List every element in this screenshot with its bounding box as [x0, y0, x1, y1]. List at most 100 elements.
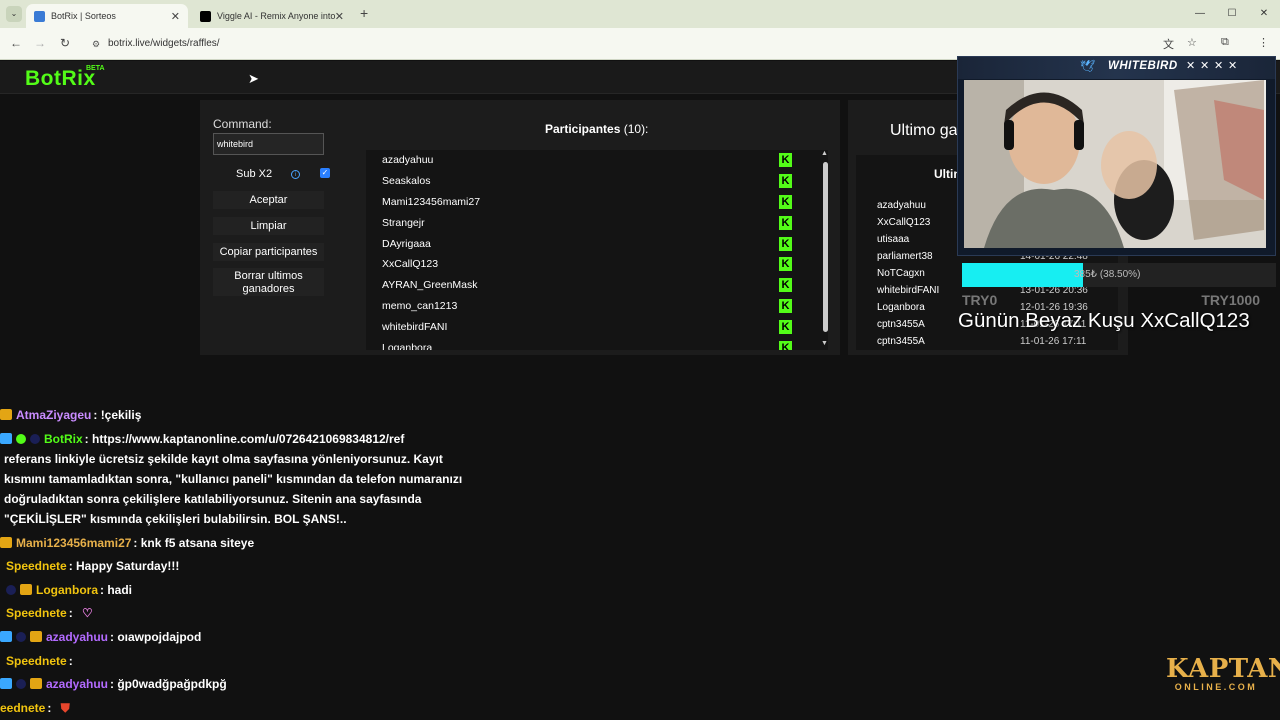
- extensions-icon[interactable]: ⧉: [1221, 36, 1229, 49]
- participant-name: DAyrigaaa: [382, 237, 431, 250]
- kick-icon: K: [779, 194, 792, 209]
- participant-row[interactable]: DAyrigaaa K: [366, 233, 828, 254]
- decor-x-icon: ✕: [1228, 60, 1238, 72]
- back-icon[interactable]: ←: [10, 36, 22, 50]
- crown-badge-icon: [0, 409, 12, 420]
- forward-icon[interactable]: →: [34, 36, 46, 50]
- verified-badge-icon: [0, 433, 12, 444]
- accept-button[interactable]: Aceptar: [213, 191, 324, 209]
- participant-row[interactable]: Strangejr K: [366, 212, 828, 233]
- participants-list[interactable]: azadyahuu K Seaskalos K Mami123456mami27 K Str…: [366, 150, 828, 350]
- bird-logo-icon: 🕊: [1080, 59, 1096, 73]
- command-input[interactable]: whitebird: [213, 133, 324, 155]
- reload-icon[interactable]: ↻: [60, 36, 70, 50]
- address-bar[interactable]: ⚙ botrix.live/widgets/raffles/: [86, 32, 1200, 56]
- url-text: botrix.live/widgets/raffles/: [108, 38, 220, 49]
- info-icon[interactable]: i: [291, 169, 301, 179]
- winner-date: 11-01-26 17:11: [1020, 336, 1087, 347]
- chat-text: : knk f5 atsana siteye: [133, 536, 255, 550]
- kick-icon: K: [779, 298, 792, 313]
- webcam-overlay: 🕊 WHITEBIRD ✕ ✕ ✕ ✕: [957, 56, 1276, 256]
- kick-icon: K: [779, 236, 792, 251]
- copy-participants-button[interactable]: Copiar participantes: [213, 243, 324, 261]
- close-window-icon[interactable]: ✕: [1248, 0, 1280, 28]
- tab-title: BotRix | Sorteos: [51, 11, 116, 21]
- chat-username[interactable]: Speednete: [6, 654, 67, 668]
- check-badge-icon: [16, 434, 26, 444]
- verified-badge-icon: [0, 631, 12, 642]
- scroll-down-icon[interactable]: ▼: [821, 340, 828, 347]
- chat-username[interactable]: azadyahuu: [46, 677, 108, 691]
- participant-name: Strangejr: [382, 216, 425, 229]
- participant-row[interactable]: whitebirdFANI K: [366, 316, 828, 337]
- menu-icon[interactable]: ⋮: [1258, 36, 1269, 49]
- kick-icon: K: [779, 319, 792, 334]
- crown-badge-icon: [0, 537, 12, 548]
- participant-name: XxCallQ123: [382, 258, 439, 271]
- chat-username[interactable]: azadyahuu: [46, 630, 108, 644]
- tab-viggle[interactable]: Viggle AI - Remix Anyone into ✕: [192, 4, 352, 28]
- tab-search-button[interactable]: ⌄: [6, 6, 22, 22]
- command-label: Command:: [213, 117, 272, 131]
- winner-banner: Günün Beyaz Kuşu XxCallQ123: [958, 309, 1250, 332]
- winner-name: XxCallQ123: [877, 217, 931, 228]
- maximize-icon[interactable]: ☐: [1216, 0, 1248, 28]
- kaptan-logo: KAPTAN ONLINE.COM: [1166, 656, 1280, 692]
- kick-icon: K: [779, 174, 792, 189]
- chat-message: Mami123456mami27: knk f5 atsana siteye: [0, 536, 254, 550]
- kick-icon: K: [779, 278, 792, 293]
- delete-winners-label-2: ganadores: [242, 283, 295, 295]
- chat-username[interactable]: AtmaZiyageu: [16, 408, 91, 422]
- winner-name: whitebirdFANI: [877, 285, 940, 296]
- close-icon[interactable]: ✕: [335, 10, 344, 23]
- bot-message-line: referans linkiyle ücretsiz şekilde kayıt…: [4, 452, 443, 466]
- bot-message-line: "ÇEKİLİŞLER" kısmında çekilişleri bulabi…: [4, 512, 347, 526]
- participant-row[interactable]: XxCallQ123 K: [366, 254, 828, 275]
- chat-username[interactable]: BotRix: [44, 432, 83, 446]
- participant-name: Loganbora: [382, 341, 433, 350]
- scroll-up-icon[interactable]: ▲: [821, 150, 828, 157]
- translate-icon[interactable]: 文: [1163, 36, 1174, 52]
- site-info-icon[interactable]: ⚙: [92, 32, 100, 56]
- participant-name: azadyahuu: [382, 154, 434, 167]
- winner-name: cptn3455A: [877, 319, 925, 330]
- participants-scrollbar[interactable]: ▲ ▼: [820, 150, 830, 350]
- delete-winners-label-1: Borrar ultimos: [234, 270, 303, 282]
- tab-botrix[interactable]: BotRix | Sorteos ✕: [26, 4, 188, 28]
- winners-title: Ultimo ga: [890, 122, 958, 139]
- crown-badge-icon: [30, 631, 42, 642]
- close-icon[interactable]: ✕: [171, 10, 180, 23]
- scroll-thumb[interactable]: [823, 162, 828, 332]
- chat-text: :: [47, 701, 52, 715]
- crown-badge-icon: [30, 678, 42, 689]
- chat-message: Speednete:: [6, 654, 73, 668]
- participant-row[interactable]: azadyahuu K: [366, 150, 828, 171]
- chat-message: azadyahuu: oıawpojdajpod: [0, 630, 201, 644]
- chat-username[interactable]: Speednete: [6, 559, 67, 573]
- bookmark-star-icon[interactable]: ☆: [1187, 36, 1197, 49]
- sub-x2-checkbox[interactable]: ✓: [320, 168, 330, 178]
- chat-username[interactable]: eednete: [0, 701, 45, 715]
- minimize-icon[interactable]: —: [1184, 0, 1216, 28]
- participant-row[interactable]: Loganbora K: [366, 337, 828, 350]
- participant-row[interactable]: Mami123456mami27 K: [366, 192, 828, 213]
- goal-max-label: TRY1000: [1201, 292, 1260, 308]
- participant-row[interactable]: AYRAN_GreenMask K: [366, 275, 828, 296]
- mouse-cursor-icon: ➤: [248, 71, 259, 86]
- chat-username[interactable]: Loganbora: [36, 583, 98, 597]
- participant-name: Seaskalos: [382, 175, 431, 188]
- new-tab-button[interactable]: +: [360, 5, 368, 21]
- participant-row[interactable]: Seaskalos K: [366, 171, 828, 192]
- botrix-favicon-icon: [34, 10, 45, 22]
- participant-row[interactable]: memo_can1213 K: [366, 296, 828, 317]
- shield-emote-icon: ⛊: [60, 701, 70, 715]
- chat-username[interactable]: Mami123456mami27: [16, 536, 131, 550]
- participant-name: AYRAN_GreenMask: [382, 279, 478, 292]
- sub-x2-row: Sub X2 i: [236, 168, 301, 180]
- chat-message: azadyahuu: ğp0wadğpağpdkpğ: [0, 677, 227, 691]
- webcam-video: [964, 80, 1266, 248]
- chat-username[interactable]: Speednete: [6, 606, 67, 620]
- clear-button[interactable]: Limpiar: [213, 217, 324, 235]
- kick-icon: K: [779, 153, 792, 168]
- delete-winners-button[interactable]: Borrar ultimos ganadores: [213, 268, 324, 296]
